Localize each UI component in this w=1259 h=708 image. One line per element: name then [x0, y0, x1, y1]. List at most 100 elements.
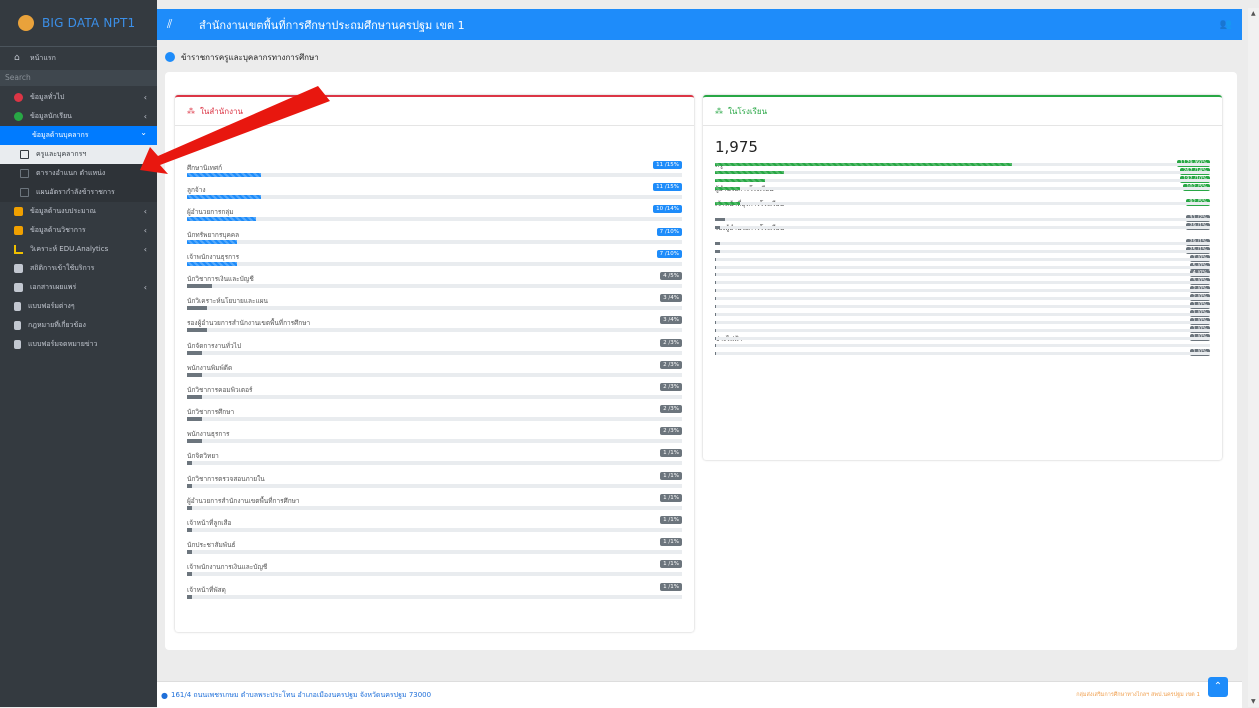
brand-logo-icon: [18, 15, 34, 31]
school-total: 1,975: [715, 138, 758, 156]
scroll-up-icon[interactable]: ▲: [1251, 10, 1256, 17]
sidebar-item-home[interactable]: ⌂ หน้าแรก: [0, 49, 157, 68]
progress-track: [715, 202, 1210, 206]
progress-row: รองผู้อำนวยการโรงเรียน29 /1%: [715, 223, 1222, 232]
progress-row: นักจัดการงานทั่วไป 2 /3%: [187, 336, 694, 358]
sidebar-item-staffing-plan[interactable]: แผนอัตรากำลังข้าราชการ: [0, 183, 157, 202]
spinner-icon: ⁂: [187, 106, 195, 116]
progress-fill: [187, 394, 202, 399]
progress-badge: 2 /3%: [660, 382, 682, 391]
progress-row: นักวิชาการศึกษา 2 /3%: [187, 402, 694, 424]
page-title: ข้าราชการครูและบุคลากรทางการศึกษา: [181, 52, 319, 62]
progress-fill: [187, 505, 192, 510]
brand[interactable]: BIG DATA NPT1: [0, 0, 157, 47]
progress-row: 192 /10%: [715, 175, 1222, 184]
progress-fill: [715, 281, 717, 285]
sidebar-item-position-table[interactable]: ตารางอำแนก ตำแหน่ง: [0, 164, 157, 183]
progress-label: พนักงานพิมพ์ดีด: [187, 363, 233, 372]
progress-fill: [187, 594, 192, 599]
users-icon[interactable]: 👥: [1220, 19, 1232, 30]
sidebar-item-academic[interactable]: ข้อมูลด้านวิชาการ ‹: [0, 221, 157, 240]
sidebar-item-general[interactable]: ข้อมูลทั่วไป ‹: [0, 88, 157, 107]
sidebar-item-stats[interactable]: สถิติการเข้าใช้บริการ: [0, 259, 157, 278]
school-card-header: ⁂ ในโรงเรียน: [703, 97, 1222, 126]
progress-fill: [187, 372, 202, 377]
sidebar-item-personnel[interactable]: ข้อมูลด้านบุคลากร ⌄: [0, 126, 157, 145]
sidebar-item-teachers[interactable]: ครูและบุคลากรฯ: [0, 145, 157, 164]
progress-fill: [187, 306, 207, 311]
progress-label: เจ้าพนักงานการเงินและบัญชี: [187, 563, 268, 572]
progress-badge: 7 /10%: [656, 249, 682, 258]
progress-row: นักวิชาการเงินและบัญชี 4 /5%: [187, 269, 694, 291]
progress-label: ผู้อำนวยการสำนักงานเขตพื้นที่การศึกษา: [187, 496, 300, 505]
sidebar-search-input[interactable]: Search: [0, 70, 157, 86]
progress-badge: 1 /1%: [660, 471, 682, 480]
progress-fill: [715, 289, 717, 293]
sidebar-item-laws[interactable]: กฎหมายที่เกี่ยวข้อง: [0, 316, 157, 335]
progress-fill: [715, 249, 720, 253]
chevron-left-icon: ‹: [143, 245, 147, 254]
hamburger-icon[interactable]: ⫽: [167, 17, 187, 32]
id-card-icon: [14, 283, 23, 292]
progress-label: นักวิชาการคอมพิวเตอร์: [187, 385, 253, 394]
chart-line-icon: [14, 245, 23, 254]
footer-address: 161/4 ถนนเพชรเกษม ตำบลพระประโทน อำเภอเมื…: [170, 690, 432, 699]
chevron-left-icon: ‹: [143, 207, 147, 216]
progress-fill: [715, 273, 717, 277]
progress-row: 1 /0%: [715, 309, 1222, 318]
top-navbar: ⫽ สำนักงานเขตพื้นที่การศึกษาประถมศึกษานค…: [157, 9, 1242, 40]
sidebar-item-forms[interactable]: แบบฟอร์มต่างๆ: [0, 297, 157, 316]
sidebar-item-label: ข้อมูลทั่วไป: [30, 93, 65, 101]
sidebar-item-newsletter[interactable]: แบบฟอร์มจดหมายข่าว: [0, 335, 157, 354]
page-scrollbar[interactable]: ▲ ▼: [1248, 8, 1259, 707]
progress-row: 31 /2%: [715, 215, 1222, 223]
progress-row: เจ้าหน้าที่ลูกเสือ 1 /1%: [187, 513, 694, 535]
progress-track: [187, 173, 682, 177]
progress-track: [187, 417, 682, 422]
progress-badge: 7 /10%: [656, 227, 682, 236]
progress-track: [715, 257, 1210, 261]
progress-row: 1 /0%: [715, 325, 1222, 334]
progress-row: นักทรัพยากรบุคคล 7 /10%: [187, 225, 694, 247]
progress-label: เจ้าหน้าที่พัสดุ: [187, 585, 226, 594]
progress-fill: [187, 283, 212, 288]
progress-track: [187, 283, 682, 288]
sidebar-item-label: หน้าแรก: [30, 54, 56, 62]
progress-track: [187, 461, 682, 466]
back-to-top-button[interactable]: ⌃: [1208, 677, 1228, 697]
office-card-title: ในสำนักงาน: [200, 106, 243, 116]
progress-fill: [715, 178, 765, 182]
progress-fill: [715, 312, 717, 316]
file-icon: [14, 321, 21, 330]
progress-track: [187, 306, 682, 311]
progress-track: [715, 226, 1210, 230]
progress-label: นักประชาสัมพันธ์: [187, 541, 236, 550]
progress-track: [715, 273, 1210, 277]
progress-fill: [715, 305, 717, 309]
sidebar-item-budget[interactable]: ข้อมูลด้านงบประมาณ ‹: [0, 202, 157, 221]
progress-track: [715, 320, 1210, 324]
chevron-left-icon: ‹: [143, 93, 147, 102]
progress-row: 29 /1%: [715, 238, 1222, 247]
progress-track: [715, 170, 1210, 174]
sidebar-item-label: ตารางอำแนก ตำแหน่ง: [36, 169, 106, 177]
progress-label: นักทรัพยากรบุคคล: [187, 230, 240, 239]
sidebar-item-analytics[interactable]: วิเคราะห์ EDU.Analytics ‹: [0, 240, 157, 259]
progress-badge: 4 /5%: [660, 271, 682, 280]
sidebar-item-students[interactable]: ข้อมูลนักเรียน ‹: [0, 107, 157, 126]
progress-row: [715, 341, 1222, 349]
progress-fill: [187, 195, 262, 200]
progress-label: นักวิชาการเงินและบัญชี: [187, 274, 254, 283]
sidebar-item-publications[interactable]: เอกสารเผยแพร่ ‹: [0, 278, 157, 297]
progress-row: เจ้าหน้าที่ธุรการโรงเรียน92 /5%: [715, 199, 1222, 208]
chevron-left-icon: ‹: [143, 112, 147, 121]
progress-fill: [187, 328, 207, 333]
progress-fill: [187, 483, 192, 488]
progress-fill: [187, 417, 202, 422]
spinner-icon: ⁂: [715, 106, 723, 116]
progress-label: เจ้าหน้าที่ลูกเสือ: [187, 519, 232, 527]
scroll-down-icon[interactable]: ▼: [1251, 698, 1256, 705]
progress-row: พนักงานธุรการ 2 /3%: [187, 424, 694, 446]
file-icon: [14, 302, 21, 311]
office-total: [175, 138, 694, 158]
